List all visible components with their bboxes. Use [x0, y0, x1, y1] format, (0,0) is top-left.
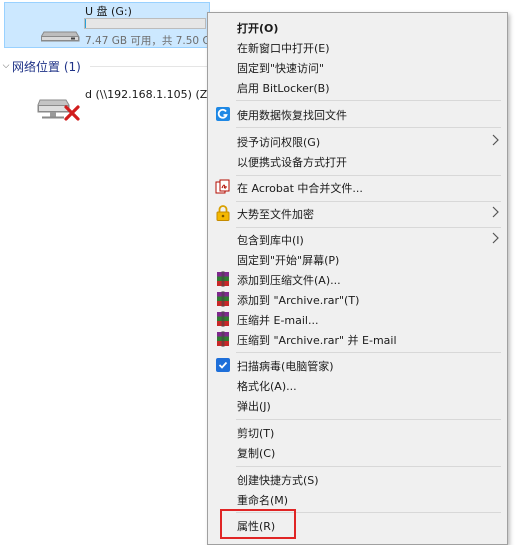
menu-item-open-portable[interactable]: 以便携式设备方式打开	[208, 151, 507, 171]
menu-item-compress-email[interactable]: 压缩并 E-mail...	[208, 309, 507, 329]
group-divider	[90, 66, 210, 67]
menu-item-label: 固定到"快速访问"	[237, 62, 325, 75]
menu-item-give-access[interactable]: 授予访问权限(G)	[208, 131, 507, 151]
menu-separator	[236, 227, 501, 228]
winrar-icon	[215, 331, 231, 347]
menu-separator	[236, 127, 501, 128]
context-menu: 打开(O) 在新窗口中打开(E) 固定到"快速访问" 启用 BitLocker(…	[207, 12, 508, 545]
menu-item-file-encrypt[interactable]: 大势至文件加密	[208, 203, 507, 223]
menu-item-label: 打开(O)	[237, 22, 279, 35]
menu-item-label: 创建快捷方式(S)	[237, 474, 319, 487]
menu-item-label: 格式化(A)...	[237, 380, 297, 393]
menu-separator	[236, 201, 501, 202]
menu-item-label: 扫描病毒(电脑管家)	[237, 360, 334, 373]
network-drive-name: d (\\192.168.1.105) (Z:)	[85, 88, 216, 101]
menu-item-label: 重命名(M)	[237, 494, 289, 507]
menu-item-label: 授予访问权限(G)	[237, 136, 321, 149]
menu-item-label: 剪切(T)	[237, 427, 275, 440]
menu-separator	[236, 175, 501, 176]
menu-item-label: 弹出(J)	[237, 400, 271, 413]
menu-item-open[interactable]: 打开(O)	[208, 17, 507, 37]
menu-item-pin-quick-access[interactable]: 固定到"快速访问"	[208, 57, 507, 77]
menu-item-recover-files[interactable]: 使用数据恢复找回文件	[208, 104, 507, 124]
menu-item-add-archive[interactable]: 添加到压缩文件(A)...	[208, 269, 507, 289]
menu-item-include-library[interactable]: 包含到库中(I)	[208, 229, 507, 249]
drive-free-space: 7.47 GB 可用，共 7.50 GB	[85, 35, 218, 47]
menu-item-label: 压缩并 E-mail...	[237, 314, 319, 327]
menu-item-label: 包含到库中(I)	[237, 234, 304, 247]
winrar-icon	[215, 311, 231, 327]
menu-item-label: 启用 BitLocker(B)	[237, 82, 330, 95]
drive-name: U 盘 (G:)	[85, 5, 132, 18]
acrobat-icon	[215, 179, 231, 195]
menu-separator	[236, 419, 501, 420]
menu-separator	[236, 466, 501, 467]
menu-item-copy[interactable]: 复制(C)	[208, 442, 507, 462]
menu-item-label: 在新窗口中打开(E)	[237, 42, 330, 55]
menu-item-label: 在 Acrobat 中合并文件...	[237, 182, 363, 195]
winrar-icon	[215, 271, 231, 287]
usb-drive-icon	[40, 25, 81, 46]
menu-item-label: 大势至文件加密	[237, 208, 314, 221]
menu-item-rename[interactable]: 重命名(M)	[208, 489, 507, 509]
menu-separator	[236, 352, 501, 353]
menu-item-label: 添加到 "Archive.rar"(T)	[237, 294, 360, 307]
chevron-down-icon[interactable]: ⌵	[0, 61, 12, 71]
chevron-right-icon	[491, 134, 499, 149]
menu-item-enable-bitlocker[interactable]: 启用 BitLocker(B)	[208, 77, 507, 97]
menu-separator	[236, 100, 501, 101]
menu-item-eject[interactable]: 弹出(J)	[208, 395, 507, 415]
winrar-icon	[215, 291, 231, 307]
menu-item-create-shortcut[interactable]: 创建快捷方式(S)	[208, 469, 507, 489]
menu-item-label: 使用数据恢复找回文件	[237, 109, 347, 122]
network-group-title: 网络位置 (1)	[12, 59, 81, 74]
menu-item-acrobat-combine[interactable]: 在 Acrobat 中合并文件...	[208, 177, 507, 197]
shield-icon	[215, 357, 231, 373]
menu-item-label: 压缩到 "Archive.rar" 并 E-mail	[237, 334, 397, 347]
drive-capacity-bar	[84, 18, 206, 29]
menu-item-label: 以便携式设备方式打开	[237, 156, 347, 169]
menu-item-compress-rar-email[interactable]: 压缩到 "Archive.rar" 并 E-mail	[208, 329, 507, 349]
chevron-right-icon	[491, 206, 499, 221]
menu-item-label: 复制(C)	[237, 447, 276, 460]
menu-item-label: 添加到压缩文件(A)...	[237, 274, 341, 287]
menu-item-open-new-window[interactable]: 在新窗口中打开(E)	[208, 37, 507, 57]
lock-icon	[215, 205, 231, 221]
data-recovery-icon	[215, 106, 231, 122]
menu-item-format[interactable]: 格式化(A)...	[208, 375, 507, 395]
menu-item-scan-virus[interactable]: 扫描病毒(电脑管家)	[208, 355, 507, 375]
menu-item-pin-start[interactable]: 固定到"开始"屏幕(P)	[208, 249, 507, 269]
menu-item-cut[interactable]: 剪切(T)	[208, 422, 507, 442]
menu-item-add-archive-rar[interactable]: 添加到 "Archive.rar"(T)	[208, 289, 507, 309]
network-drive-disconnected-icon[interactable]	[36, 90, 82, 125]
menu-item-label: 固定到"开始"屏幕(P)	[237, 254, 340, 267]
properties-highlight-box	[220, 509, 296, 539]
chevron-right-icon	[491, 232, 499, 247]
